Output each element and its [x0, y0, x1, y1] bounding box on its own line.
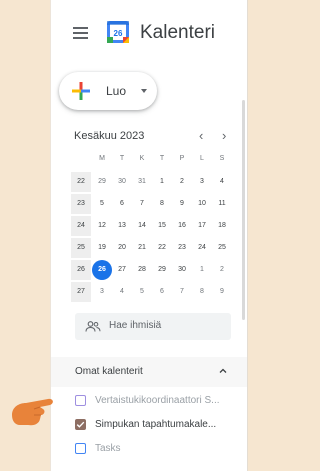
day-cell[interactable]: 11: [212, 194, 232, 214]
app-title: Kalenteri: [140, 22, 215, 43]
people-search-placeholder: Hae ihmisiä: [109, 320, 162, 331]
day-cell[interactable]: 25: [212, 238, 232, 258]
weekday-label: S: [219, 155, 225, 162]
day-cell[interactable]: 24: [192, 238, 212, 258]
day-cell[interactable]: 28: [132, 260, 152, 280]
day-cell[interactable]: 4: [212, 172, 232, 192]
week-number[interactable]: 22: [71, 172, 91, 192]
day-cell[interactable]: 31: [132, 172, 152, 192]
logo-day-number: 26: [114, 29, 123, 38]
day-cell[interactable]: 22: [152, 238, 172, 258]
day-cell[interactable]: 4: [112, 282, 132, 302]
day-cell[interactable]: 1: [192, 260, 212, 280]
day-cell[interactable]: 9: [212, 282, 232, 302]
hamburger-menu-icon[interactable]: [73, 27, 88, 39]
day-cell[interactable]: 23: [172, 238, 192, 258]
weekday-label: T: [159, 155, 165, 162]
scrollbar[interactable]: [242, 100, 245, 320]
day-cell[interactable]: 7: [132, 194, 152, 214]
day-cell[interactable]: 13: [112, 216, 132, 236]
day-cell[interactable]: 8: [152, 194, 172, 214]
chevron-up-icon: [219, 368, 227, 373]
previous-month-chevron-icon[interactable]: ‹: [199, 128, 203, 143]
create-button[interactable]: Luo: [59, 72, 157, 110]
my-calendars-title: Omat kalenterit: [75, 366, 143, 377]
week-number[interactable]: 24: [71, 216, 91, 236]
day-cell[interactable]: 29: [92, 172, 112, 192]
caret-down-icon: [141, 89, 147, 93]
weekday-label: K: [139, 155, 145, 162]
day-cell[interactable]: 30: [172, 260, 192, 280]
day-cell[interactable]: 18: [212, 216, 232, 236]
calendar-item-tasks[interactable]: Tasks: [51, 438, 247, 462]
week-number[interactable]: 23: [71, 194, 91, 214]
create-button-label: Luo: [106, 84, 127, 98]
day-cell[interactable]: 9: [172, 194, 192, 214]
weekday-label: P: [179, 155, 185, 162]
day-cell[interactable]: 2: [212, 260, 232, 280]
day-cell[interactable]: 7: [172, 282, 192, 302]
app-header: 26 Kalenteri: [51, 0, 247, 66]
day-cell[interactable]: 15: [152, 216, 172, 236]
day-cell[interactable]: 27: [112, 260, 132, 280]
day-cell[interactable]: 3: [192, 172, 212, 192]
calendar-item-label: Tasks: [95, 443, 121, 454]
day-cell[interactable]: 6: [112, 194, 132, 214]
calendar-item-label: Vertaistukikoordinaattori S...: [95, 395, 220, 406]
people-icon: [85, 321, 101, 332]
day-cell[interactable]: 20: [112, 238, 132, 258]
day-cell[interactable]: 5: [92, 194, 112, 214]
day-cell[interactable]: 2: [172, 172, 192, 192]
next-month-chevron-icon[interactable]: ›: [222, 128, 226, 143]
day-cell[interactable]: 21: [132, 238, 152, 258]
day-cell[interactable]: 1: [152, 172, 172, 192]
weekday-label: T: [119, 155, 125, 162]
checkmark-icon: [76, 421, 85, 428]
day-cell[interactable]: 17: [192, 216, 212, 236]
week-number[interactable]: 25: [71, 238, 91, 258]
week-number[interactable]: 26: [71, 260, 91, 280]
pointing-hand-icon: [12, 398, 53, 426]
sidebar-panel: 26 Kalenteri Luo Kesäkuu 2023 ‹ › M T K …: [50, 0, 248, 471]
google-calendar-icon: 26: [107, 21, 129, 43]
day-cell[interactable]: 14: [132, 216, 152, 236]
day-cell[interactable]: 10: [192, 194, 212, 214]
calendar-item-label: Simpukan tapahtumakale...: [95, 419, 217, 430]
day-cell[interactable]: 8: [192, 282, 212, 302]
day-cell[interactable]: 19: [92, 238, 112, 258]
people-search-field[interactable]: Hae ihmisiä: [75, 313, 231, 340]
day-cell[interactable]: 12: [92, 216, 112, 236]
weekday-label: M: [99, 155, 105, 162]
week-number[interactable]: 27: [71, 282, 91, 302]
calendar-checkbox-checked[interactable]: [75, 419, 86, 430]
weekday-label: L: [200, 155, 204, 162]
calendar-item-simpukan[interactable]: Simpukan tapahtumakale...: [51, 414, 247, 438]
my-calendars-section-header[interactable]: Omat kalenterit: [51, 357, 247, 387]
calendar-checkbox[interactable]: [75, 443, 86, 454]
multicolor-plus-icon: [72, 82, 90, 100]
calendar-checkbox[interactable]: [75, 395, 86, 406]
day-cell[interactable]: 16: [172, 216, 192, 236]
day-cell-today[interactable]: 26: [92, 260, 112, 280]
day-cell[interactable]: 3: [92, 282, 112, 302]
day-cell[interactable]: 5: [132, 282, 152, 302]
day-cell[interactable]: 6: [152, 282, 172, 302]
day-cell[interactable]: 29: [152, 260, 172, 280]
day-cell[interactable]: 30: [112, 172, 132, 192]
mini-calendar-month-title: Kesäkuu 2023: [74, 130, 145, 142]
calendar-item-vertaistukikoordinaattori[interactable]: Vertaistukikoordinaattori S...: [51, 390, 247, 414]
